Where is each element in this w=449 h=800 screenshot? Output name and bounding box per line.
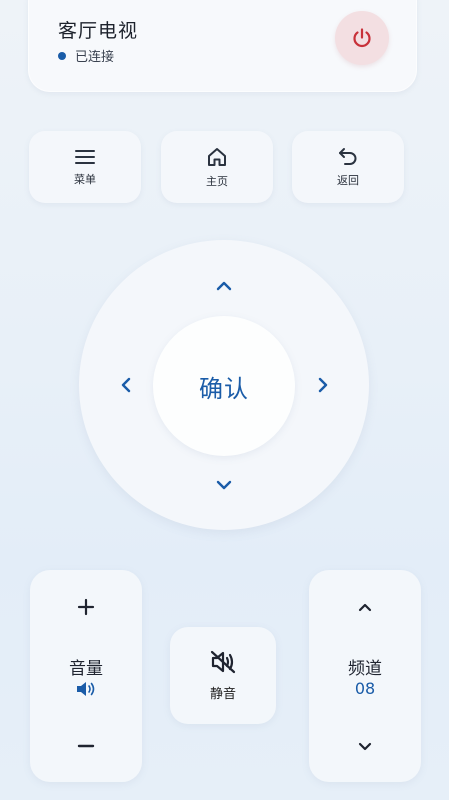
power-icon [353,28,371,48]
chevron-up-icon [358,603,372,611]
channel-control: 频道 08 [309,570,421,782]
dpad-right-button[interactable] [308,370,338,400]
home-icon [208,147,226,166]
status-dot-icon [58,51,66,60]
power-button[interactable] [335,11,389,65]
back-button[interactable]: 返回 [292,131,404,203]
volume-up-button[interactable] [71,592,101,622]
volume-control: 音量 [30,570,142,782]
menu-label: 菜单 [74,172,96,186]
volume-label: 音量 [69,659,103,679]
device-name: 客厅电视 [58,20,139,42]
dpad-up-button[interactable] [209,271,239,301]
plus-icon [77,598,95,616]
mute-button[interactable]: 静音 [170,627,276,724]
chevron-down-icon [358,742,372,750]
ok-label: 确认 [199,374,249,403]
back-icon [339,147,357,165]
chevron-right-icon [318,377,328,393]
connection-status-text: 已连接 [75,50,115,65]
chevron-up-icon [216,281,232,291]
channel-number: 08 [354,679,376,698]
menu-button[interactable]: 菜单 [29,131,141,203]
home-button[interactable]: 主页 [161,131,273,203]
home-label: 主页 [206,174,228,188]
channel-label: 频道 [348,659,382,679]
dpad-down-button[interactable] [209,470,239,500]
dpad-left-button[interactable] [111,370,141,400]
volume-down-button[interactable] [71,731,101,761]
mute-icon [210,650,236,674]
device-card: 客厅电视 已连接 [28,0,417,92]
mute-label: 静音 [209,687,236,702]
channel-down-button[interactable] [350,731,380,761]
connection-status: 已连接 [58,46,114,65]
chevron-down-icon [216,480,232,490]
menu-icon [75,149,95,164]
channel-up-button[interactable] [350,592,380,622]
chevron-left-icon [121,377,131,393]
minus-icon [77,744,95,748]
back-label: 返回 [337,173,359,187]
speaker-icon [75,680,97,702]
ok-button[interactable]: 确认 [153,316,295,456]
